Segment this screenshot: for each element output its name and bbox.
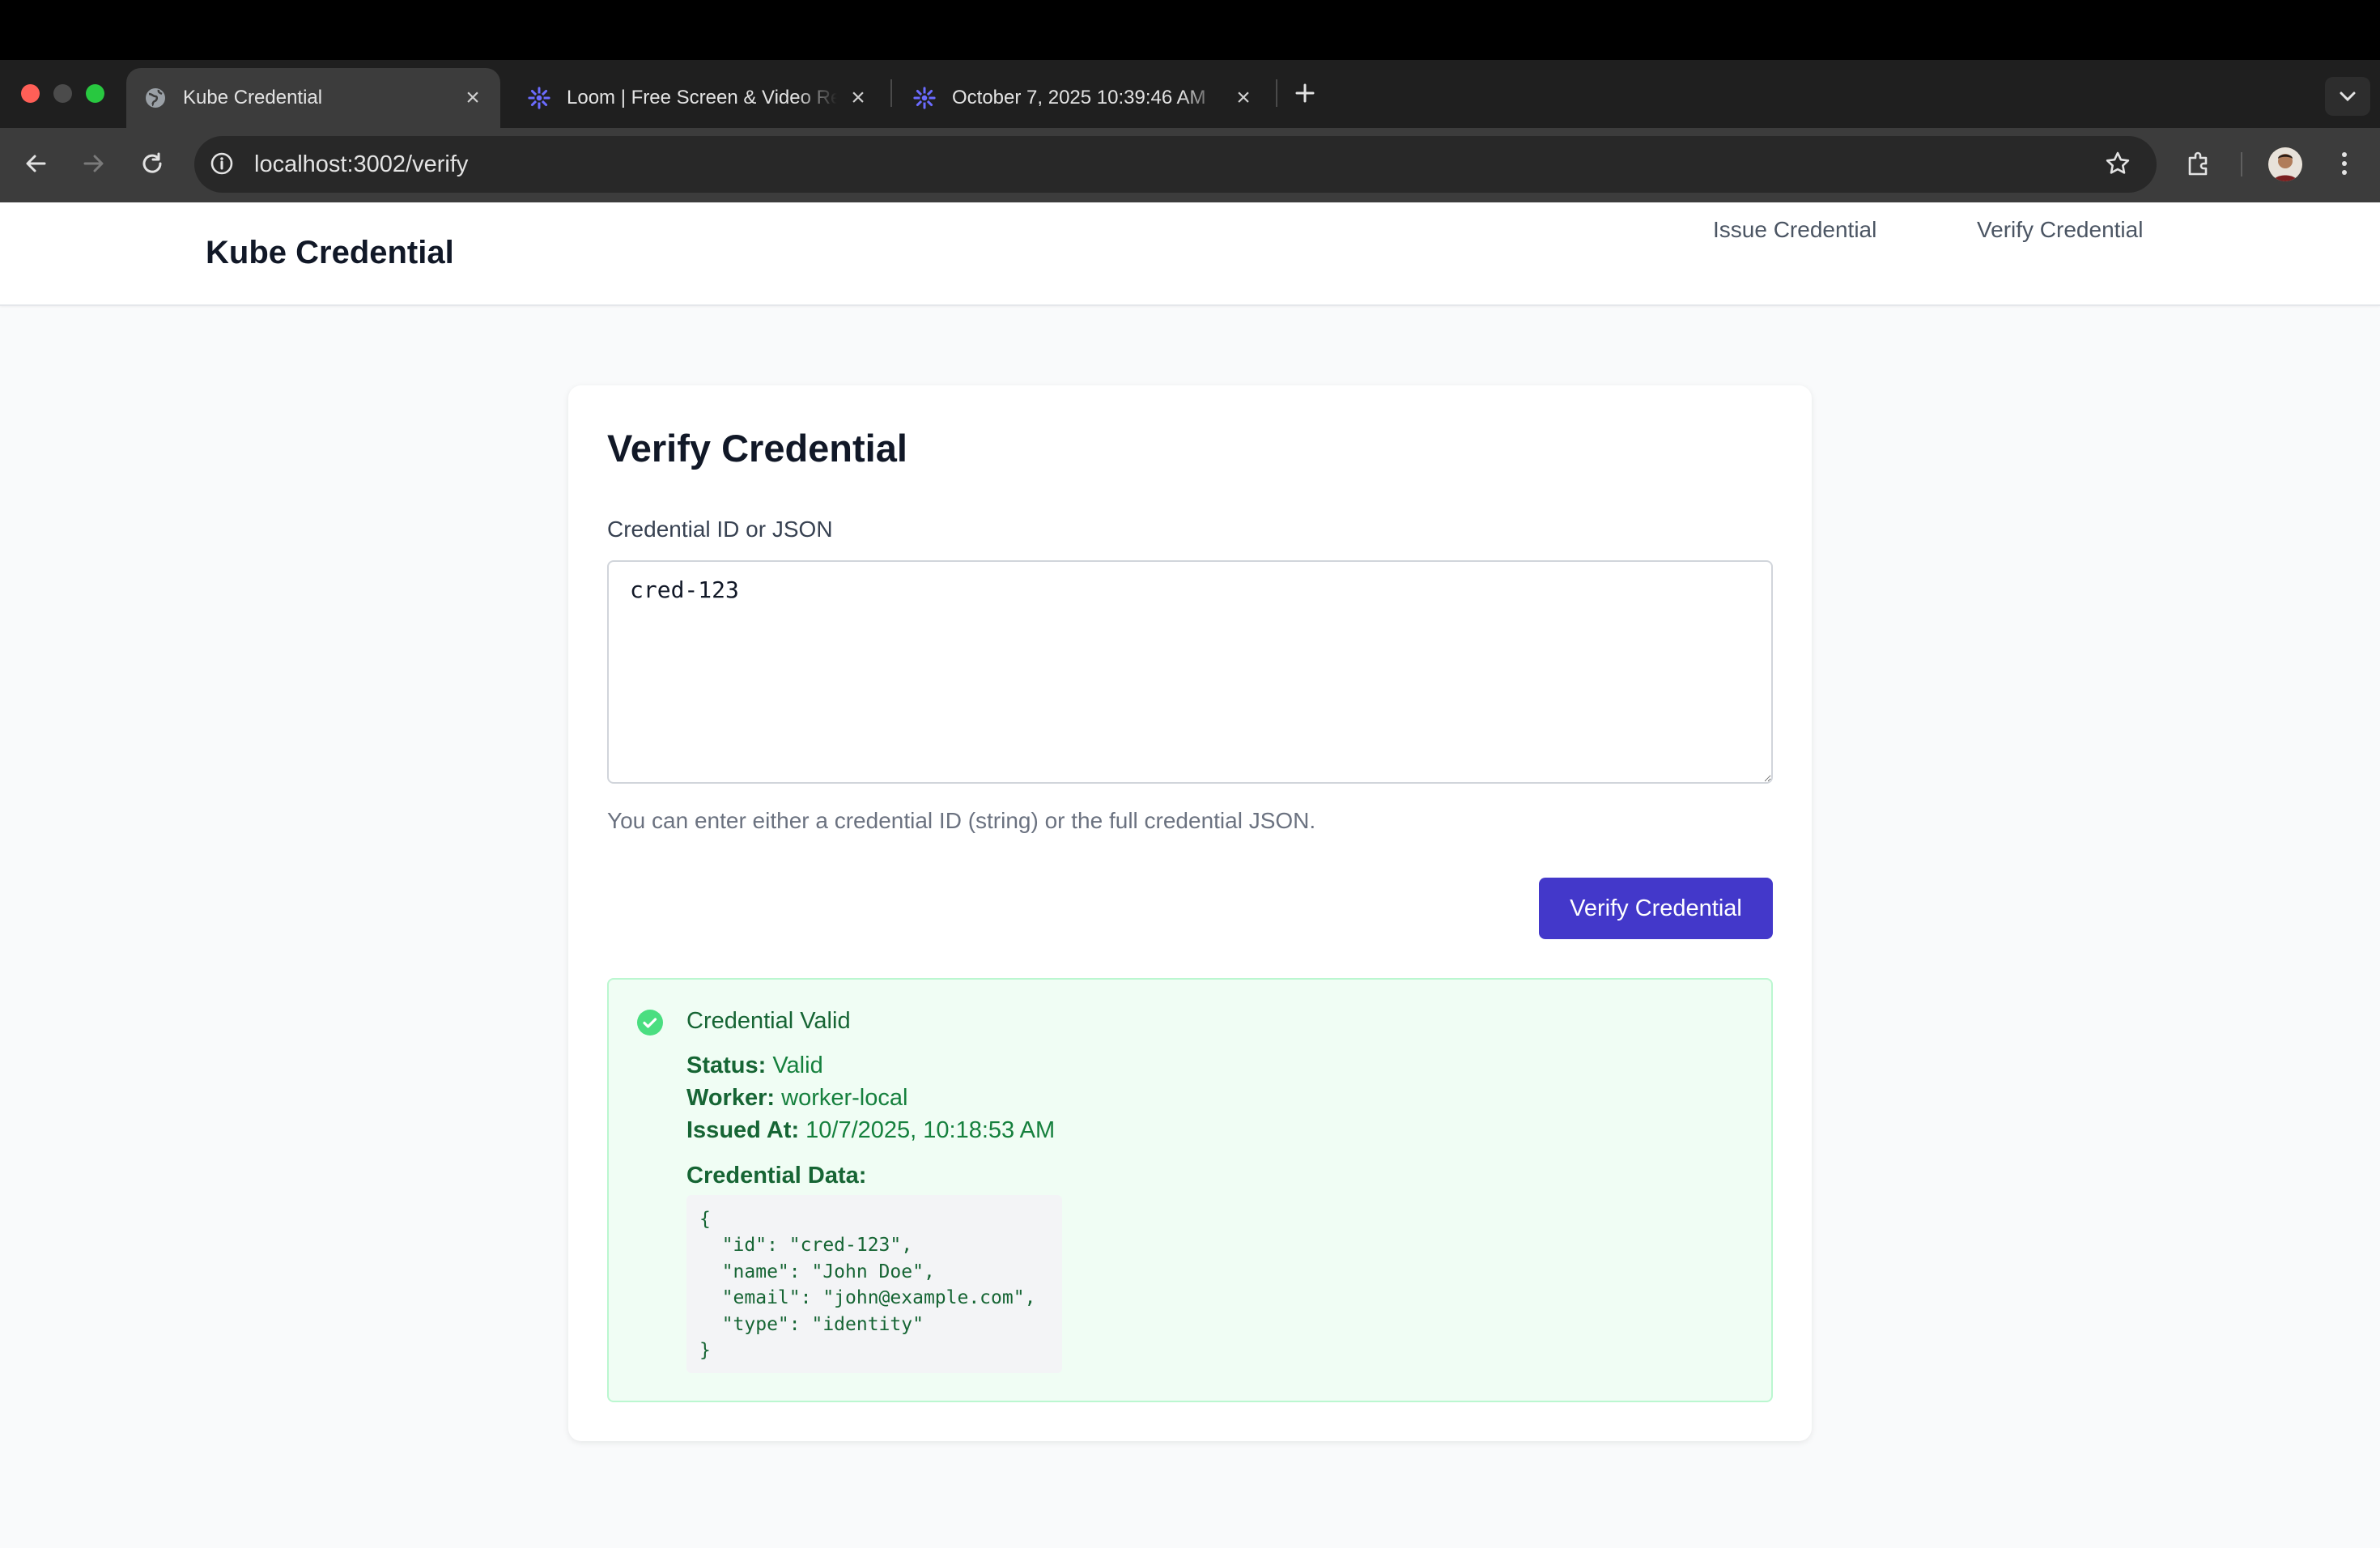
tab-kube-credential[interactable]: Kube Credential × bbox=[126, 68, 500, 128]
arrow-right-icon bbox=[83, 155, 104, 172]
url-text[interactable]: localhost:3002/verify bbox=[254, 147, 468, 182]
issued-at-row: Issued At: 10/7/2025, 10:18:53 AM bbox=[686, 1117, 1055, 1144]
issued-at-value: 10/7/2025, 10:18:53 AM bbox=[805, 1117, 1056, 1143]
credential-input-label: Credential ID or JSON bbox=[607, 517, 833, 542]
browser-menu-button[interactable] bbox=[2328, 147, 2361, 180]
os-menu-bar bbox=[0, 0, 2380, 60]
reload-icon bbox=[142, 152, 162, 173]
page-title: Verify Credential bbox=[607, 427, 907, 470]
status-row: Status: Valid bbox=[686, 1053, 823, 1079]
tab-loom[interactable]: Loom | Free Screen & Video Recording × bbox=[510, 68, 886, 128]
check-circle-icon bbox=[636, 1009, 664, 1036]
plus-icon bbox=[1295, 83, 1315, 103]
profile-avatar[interactable] bbox=[2268, 147, 2302, 181]
more-vertical-icon bbox=[2342, 152, 2347, 175]
worker-row: Worker: worker-local bbox=[686, 1085, 907, 1112]
chevron-down-icon bbox=[2340, 91, 2356, 102]
app-brand[interactable]: Kube Credential bbox=[206, 235, 454, 271]
info-icon bbox=[210, 152, 233, 175]
result-title: Credential Valid bbox=[686, 1008, 851, 1034]
worker-label: Worker: bbox=[686, 1085, 776, 1111]
site-info-button[interactable] bbox=[206, 147, 238, 180]
close-window-button[interactable] bbox=[21, 84, 40, 103]
close-tab-icon[interactable]: × bbox=[847, 86, 869, 110]
tab-search-button[interactable] bbox=[2325, 77, 2370, 116]
tab-title: Loom | Free Screen & Video Recording bbox=[567, 87, 837, 108]
avatar-icon bbox=[2268, 147, 2302, 181]
reload-button[interactable] bbox=[136, 147, 168, 180]
credential-input[interactable]: cred-123 bbox=[607, 560, 1773, 784]
new-tab-button[interactable] bbox=[1289, 77, 1321, 109]
tab-title: October 7, 2025 10:39:46 AM bbox=[952, 87, 1206, 108]
tab-loom-recording[interactable]: October 7, 2025 10:39:46 AM × bbox=[895, 68, 1271, 128]
minimize-window-button[interactable] bbox=[53, 84, 72, 103]
address-bar[interactable] bbox=[194, 136, 2157, 193]
close-tab-icon[interactable]: × bbox=[1232, 86, 1255, 110]
verify-credential-button[interactable]: Verify Credential bbox=[1539, 878, 1773, 939]
globe-icon bbox=[144, 87, 167, 109]
puzzle-icon bbox=[2188, 151, 2208, 176]
forward-button[interactable] bbox=[78, 147, 110, 180]
status-value: Valid bbox=[772, 1053, 823, 1078]
loom-icon bbox=[913, 87, 936, 109]
extensions-button[interactable] bbox=[2182, 147, 2215, 180]
back-button[interactable] bbox=[19, 147, 52, 180]
loom-icon bbox=[528, 87, 550, 109]
worker-value: worker-local bbox=[781, 1085, 908, 1111]
credential-data-json: { "id": "cred-123", "name": "John Doe", … bbox=[686, 1195, 1062, 1373]
nav-verify-credential[interactable]: Verify Credential bbox=[1977, 217, 2143, 243]
close-tab-icon[interactable]: × bbox=[461, 86, 484, 110]
credential-data-label: Credential Data: bbox=[686, 1163, 867, 1189]
tab-separator bbox=[890, 79, 892, 107]
toolbar-divider bbox=[2241, 152, 2242, 176]
tab-title: Kube Credential bbox=[183, 87, 323, 108]
maximize-window-button[interactable] bbox=[86, 84, 104, 103]
tab-separator bbox=[1276, 79, 1277, 107]
star-icon bbox=[2106, 151, 2130, 174]
bookmark-button[interactable] bbox=[2102, 147, 2134, 180]
arrow-left-icon bbox=[26, 155, 46, 172]
input-hint: You can enter either a credential ID (st… bbox=[607, 808, 1316, 833]
nav-issue-credential[interactable]: Issue Credential bbox=[1713, 217, 1876, 243]
issued-at-label: Issued At: bbox=[686, 1117, 800, 1143]
status-label: Status: bbox=[686, 1053, 767, 1078]
